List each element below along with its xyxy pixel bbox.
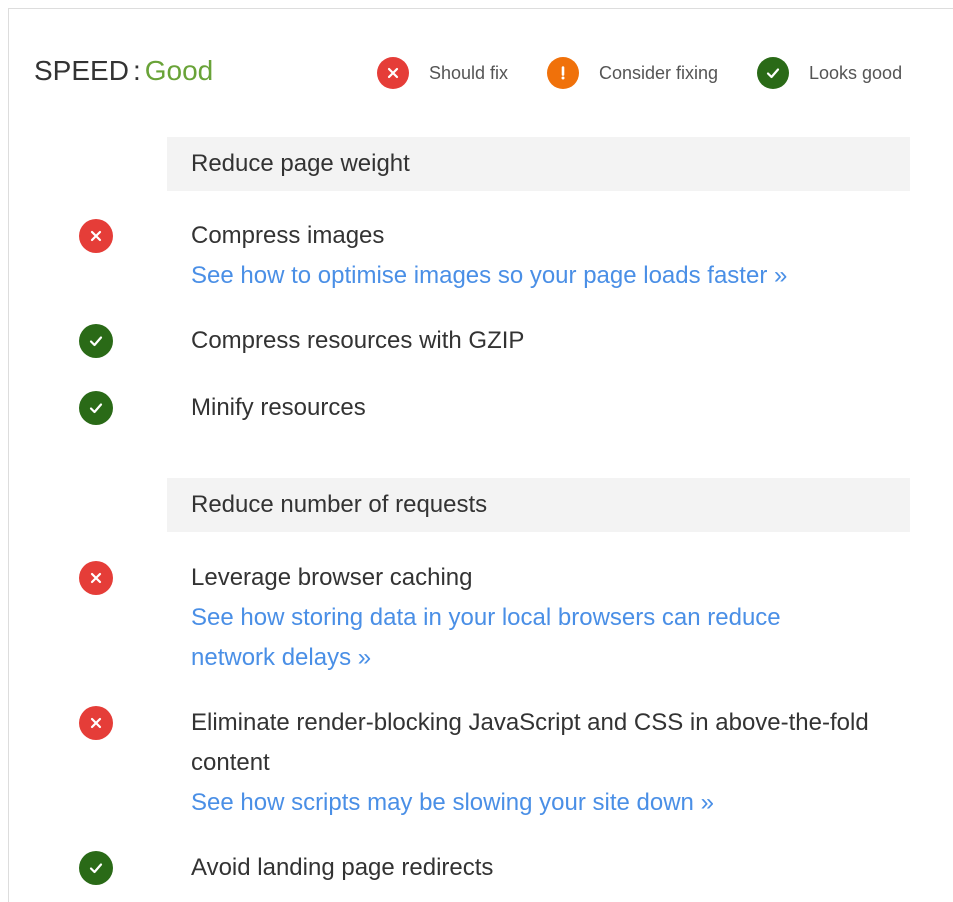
x-icon bbox=[79, 561, 113, 595]
item-browser-caching: Leverage browser caching bbox=[191, 564, 473, 591]
item-landing-redirects: Avoid landing page redirects bbox=[191, 854, 494, 881]
link-optimise-images[interactable]: See how to optimise images so your page … bbox=[191, 256, 871, 296]
check-icon bbox=[79, 851, 113, 885]
check-icon bbox=[79, 324, 113, 358]
status-should-fix bbox=[79, 219, 113, 253]
legend-looks-good: Looks good bbox=[757, 57, 902, 89]
speed-label: SPEED bbox=[34, 55, 129, 86]
x-icon bbox=[377, 57, 409, 89]
legend-should-fix: Should fix bbox=[377, 57, 508, 89]
section-header-page-weight: Reduce page weight bbox=[167, 137, 910, 191]
status-looks-good bbox=[79, 391, 113, 425]
legend-consider-fixing: Consider fixing bbox=[547, 57, 718, 89]
section-header-requests: Reduce number of requests bbox=[167, 478, 910, 532]
title-separator: : bbox=[132, 55, 141, 86]
legend-label: Should fix bbox=[429, 62, 509, 83]
status-looks-good bbox=[79, 324, 113, 358]
link-browser-caching[interactable]: See how storing data in your local brows… bbox=[191, 598, 831, 678]
status-looks-good bbox=[79, 851, 113, 885]
item-compress-images: Compress images bbox=[191, 222, 385, 249]
exclamation-icon bbox=[547, 57, 579, 89]
speed-status: Good bbox=[144, 55, 214, 86]
link-scripts-slowing[interactable]: See how scripts may be slowing your site… bbox=[191, 783, 871, 823]
check-icon bbox=[757, 57, 789, 89]
x-icon bbox=[79, 706, 113, 740]
item-compress-gzip: Compress resources with GZIP bbox=[191, 327, 525, 354]
legend-label: Looks good bbox=[809, 62, 903, 83]
status-should-fix bbox=[79, 561, 113, 595]
x-icon bbox=[79, 219, 113, 253]
speed-title: SPEED: Good bbox=[34, 54, 213, 88]
check-icon bbox=[79, 391, 113, 425]
status-should-fix bbox=[79, 706, 113, 740]
item-minify-resources: Minify resources bbox=[191, 394, 366, 421]
legend-label: Consider fixing bbox=[599, 62, 719, 83]
item-render-blocking: Eliminate render-blocking JavaScript and… bbox=[191, 709, 869, 776]
